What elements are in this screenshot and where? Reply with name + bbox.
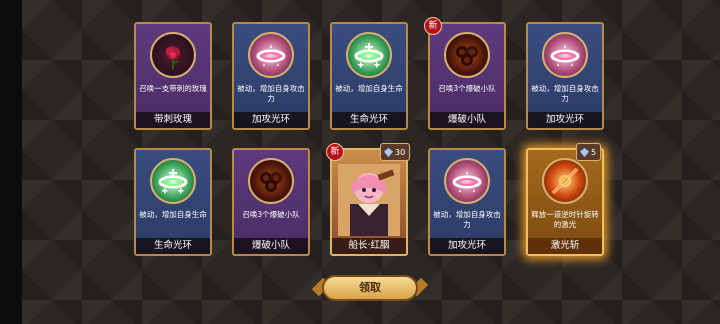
card-name: 生命光环 bbox=[332, 112, 406, 128]
card-description: 被动，增加自身生命 bbox=[139, 210, 207, 219]
reward-card-hero-captain[interactable]: 船长·红胭 bbox=[330, 148, 408, 256]
new-badge: 新 bbox=[326, 143, 344, 161]
card-name: 加攻光环 bbox=[528, 112, 602, 128]
rose-icon bbox=[150, 32, 196, 78]
reward-card-rose[interactable]: 召唤一支带刺的玫瑰 带刺玫瑰 bbox=[134, 22, 212, 130]
card-description: 召唤3个爆破小队 bbox=[242, 210, 300, 219]
item-count-badge: 5 bbox=[576, 143, 602, 161]
hero-portrait bbox=[338, 164, 400, 236]
card-name: 带刺玫瑰 bbox=[136, 112, 210, 128]
laser-icon bbox=[542, 158, 588, 204]
card-description: 召唤一支带刺的玫瑰 bbox=[139, 84, 207, 93]
card-name: 爆破小队 bbox=[430, 112, 504, 128]
card-description: 被动，增加自身攻击力 bbox=[433, 210, 501, 229]
card-name: 加攻光环 bbox=[430, 238, 504, 254]
gem-icon bbox=[384, 147, 393, 157]
left-black-bar bbox=[0, 0, 22, 324]
item-count-badge: 30 bbox=[380, 143, 411, 161]
bomb-icon bbox=[444, 32, 490, 78]
reward-card-laser-slash[interactable]: 释放一道逆时针旋转的激光 激光斩 bbox=[526, 148, 604, 256]
card-name: 生命光环 bbox=[136, 238, 210, 254]
card-name: 激光斩 bbox=[528, 238, 602, 254]
card-name: 船长·红胭 bbox=[332, 238, 406, 254]
reward-card-attack-aura[interactable]: 被动，增加自身攻击力 加攻光环 bbox=[526, 22, 604, 130]
green-halo-icon bbox=[346, 32, 392, 78]
pink-halo-icon bbox=[542, 32, 588, 78]
card-description: 被动，增加自身攻击力 bbox=[237, 84, 305, 103]
reward-card-life-aura[interactable]: 被动，增加自身生命 生命光环 bbox=[134, 148, 212, 256]
card-name: 爆破小队 bbox=[234, 238, 308, 254]
reward-card-demolition-squad[interactable]: 召唤3个爆破小队 爆破小队 bbox=[428, 22, 506, 130]
pink-halo-icon bbox=[248, 32, 294, 78]
bomb-icon bbox=[248, 158, 294, 204]
reward-card-attack-aura[interactable]: 被动，增加自身攻击力 加攻光环 bbox=[428, 148, 506, 256]
reward-card-life-aura[interactable]: 被动，增加自身生命 生命光环 bbox=[330, 22, 408, 130]
card-description: 召唤3个爆破小队 bbox=[438, 84, 496, 93]
reward-card-demolition-squad[interactable]: 召唤3个爆破小队 爆破小队 bbox=[232, 148, 310, 256]
pink-halo-icon bbox=[444, 158, 490, 204]
card-description: 被动，增加自身攻击力 bbox=[531, 84, 599, 103]
card-description: 被动，增加自身生命 bbox=[335, 84, 403, 93]
item-count: 5 bbox=[591, 147, 597, 157]
gem-icon bbox=[580, 147, 589, 157]
new-badge: 新 bbox=[424, 17, 442, 35]
green-halo-icon bbox=[150, 158, 196, 204]
card-name: 加攻光环 bbox=[234, 112, 308, 128]
claim-button[interactable]: 领取 bbox=[322, 275, 418, 301]
card-description: 释放一道逆时针旋转的激光 bbox=[531, 210, 599, 229]
item-count: 30 bbox=[395, 147, 406, 157]
reward-card-attack-aura[interactable]: 被动，增加自身攻击力 加攻光环 bbox=[232, 22, 310, 130]
